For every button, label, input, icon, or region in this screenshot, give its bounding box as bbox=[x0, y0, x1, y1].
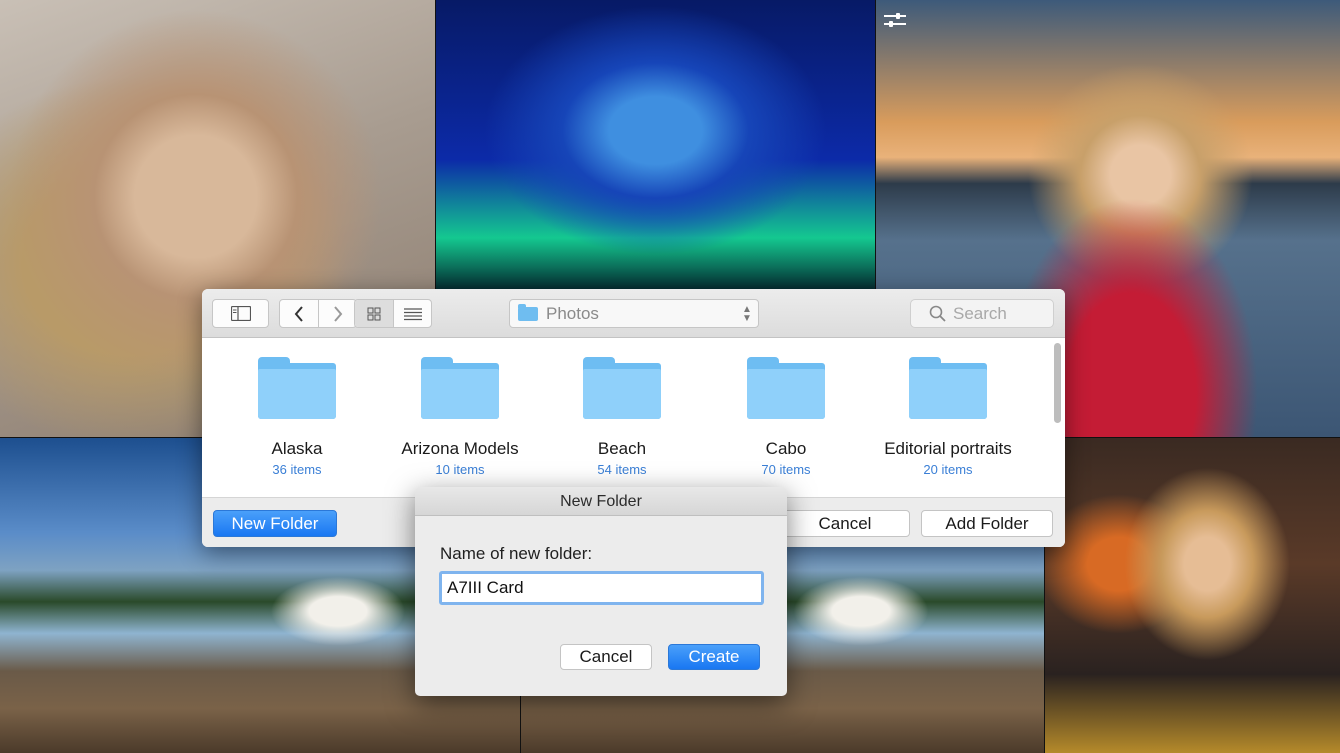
folder-editorial-portraits[interactable]: Editorial portraits 20 items bbox=[868, 357, 1028, 477]
search-icon bbox=[929, 305, 946, 322]
folder-grid: Alaska 36 items Arizona Models 10 items … bbox=[202, 339, 1050, 496]
sidebar-toggle-button[interactable] bbox=[212, 299, 269, 328]
grid-icon bbox=[367, 307, 381, 320]
folder-name: Cabo bbox=[765, 439, 807, 458]
folder-cabo[interactable]: Cabo 70 items bbox=[706, 357, 866, 477]
list-icon bbox=[403, 307, 422, 320]
icon-view-button[interactable] bbox=[355, 300, 393, 327]
folder-alaska[interactable]: Alaska 36 items bbox=[217, 357, 377, 477]
scrollbar-thumb[interactable] bbox=[1054, 343, 1061, 423]
search-input[interactable] bbox=[953, 303, 1043, 324]
vertical-scrollbar[interactable] bbox=[1052, 341, 1063, 491]
search-field[interactable] bbox=[910, 299, 1054, 328]
create-button[interactable]: Create bbox=[668, 644, 760, 670]
chevron-right-icon bbox=[333, 305, 342, 322]
folder-item-count: 36 items bbox=[272, 462, 322, 477]
folder-name-field[interactable] bbox=[439, 571, 764, 605]
folder-name: Beach bbox=[597, 439, 647, 458]
folder-icon bbox=[258, 357, 336, 419]
adjustments-icon[interactable] bbox=[884, 12, 906, 28]
folder-arizona-models[interactable]: Arizona Models 10 items bbox=[380, 357, 540, 477]
folder-beach[interactable]: Beach 54 items bbox=[542, 357, 702, 477]
folder-item-count: 10 items bbox=[435, 462, 485, 477]
folder-icon bbox=[518, 303, 538, 321]
folder-name: Alaska bbox=[271, 439, 323, 458]
forward-button[interactable] bbox=[318, 300, 356, 327]
folder-icon bbox=[421, 357, 499, 419]
folder-name: Arizona Models bbox=[401, 439, 519, 458]
view-mode-switcher bbox=[354, 299, 432, 328]
folder-item-count: 54 items bbox=[597, 462, 647, 477]
chevron-left-icon bbox=[294, 305, 303, 322]
folder-item-count: 70 items bbox=[761, 462, 811, 477]
finder-toolbar: Photos ▲ ▼ bbox=[202, 289, 1065, 338]
up-down-chevron-icon: ▲ ▼ bbox=[742, 303, 752, 324]
back-button[interactable] bbox=[280, 300, 318, 327]
portrait-photo-blue-pool bbox=[436, 0, 875, 290]
dialog-cancel-button[interactable]: Cancel bbox=[560, 644, 652, 670]
sidebar-icon bbox=[230, 306, 251, 321]
folder-name-label: Name of new folder: bbox=[440, 544, 593, 563]
dialog-title: New Folder bbox=[415, 487, 787, 516]
list-view-button[interactable] bbox=[393, 300, 431, 327]
folder-icon bbox=[583, 357, 661, 419]
folder-icon bbox=[747, 357, 825, 419]
folder-name-input[interactable] bbox=[442, 574, 761, 602]
location-popup[interactable]: Photos ▲ ▼ bbox=[509, 299, 759, 328]
add-folder-button[interactable]: Add Folder bbox=[921, 510, 1053, 537]
folder-name: Editorial portraits bbox=[884, 439, 1012, 458]
navigation-buttons bbox=[279, 299, 357, 328]
new-folder-dialog: New Folder Name of new folder: Cancel Cr… bbox=[415, 487, 787, 696]
cancel-button[interactable]: Cancel bbox=[780, 510, 910, 537]
location-label: Photos bbox=[546, 303, 599, 323]
new-folder-button[interactable]: New Folder bbox=[213, 510, 337, 537]
portrait-photo-phone-woman bbox=[1045, 438, 1340, 753]
folder-icon bbox=[909, 357, 987, 419]
folder-item-count: 20 items bbox=[923, 462, 973, 477]
